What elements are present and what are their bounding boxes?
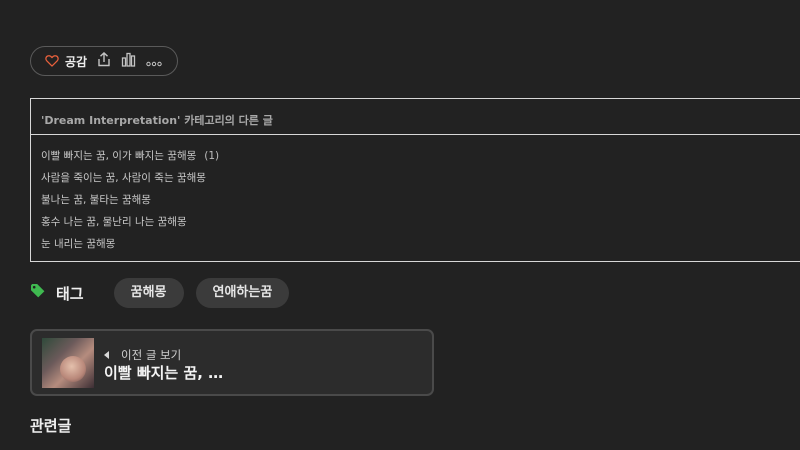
category-post-title: 불나는 꿈, 불타는 꿈해몽: [41, 194, 151, 206]
related-posts-heading: 관련글: [30, 417, 72, 435]
like-label: 공감: [65, 54, 88, 69]
prev-post-label-text: 이전 글 보기: [121, 348, 182, 362]
tag-chip[interactable]: 꿈해몽: [113, 278, 184, 308]
prev-post-card[interactable]: 이전 글 보기 이빨 빠지는 꿈, …: [30, 329, 434, 396]
category-post-item[interactable]: 불나는 꿈, 불타는 꿈해몽: [41, 189, 219, 211]
tag-icon: [30, 283, 46, 303]
prev-post-thumbnail: [42, 338, 94, 388]
tag-section: 태그 꿈해몽 연애하는꿈: [30, 278, 290, 308]
category-post-title: 눈 내리는 꿈해몽: [41, 238, 116, 250]
more-icon: [146, 52, 162, 71]
category-post-item[interactable]: 이빨 빠지는 꿈, 이가 빠지는 꿈해몽 (1): [41, 145, 219, 167]
category-post-title: 사람을 죽이는 꿈, 사람이 죽는 꿈해몽: [41, 172, 206, 184]
category-divider: [31, 134, 800, 135]
comment-count: (1): [204, 150, 220, 162]
category-post-item[interactable]: 홍수 나는 꿈, 물난리 나는 꿈해몽: [41, 211, 219, 233]
category-post-title: 이빨 빠지는 꿈, 이가 빠지는 꿈해몽: [41, 150, 197, 162]
share-icon: [97, 51, 111, 71]
prev-post-title: 이빨 빠지는 꿈, …: [104, 364, 224, 382]
tag-heading: 태그: [56, 284, 84, 303]
category-title: 'Dream Interpretation' 카테고리의 다른 글: [41, 114, 273, 127]
category-other-posts: 'Dream Interpretation' 카테고리의 다른 글 이빨 빠지는…: [30, 98, 800, 262]
category-post-title: 홍수 나는 꿈, 물난리 나는 꿈해몽: [41, 216, 187, 228]
share-button[interactable]: [97, 51, 111, 71]
more-button[interactable]: [146, 52, 162, 71]
like-button[interactable]: 공감: [45, 52, 87, 71]
heart-icon: [45, 52, 59, 71]
reaction-bar: 공감: [30, 46, 178, 76]
stats-icon: [121, 52, 136, 71]
category-post-list: 이빨 빠지는 꿈, 이가 빠지는 꿈해몽 (1) 사람을 죽이는 꿈, 사람이 죽…: [41, 145, 219, 255]
category-post-item[interactable]: 눈 내리는 꿈해몽: [41, 233, 219, 255]
category-post-item[interactable]: 사람을 죽이는 꿈, 사람이 죽는 꿈해몽: [41, 167, 219, 189]
tag-chip[interactable]: 연애하는꿈: [195, 278, 290, 308]
prev-post-label: 이전 글 보기: [104, 347, 181, 363]
caret-left-icon: [104, 351, 109, 359]
stats-button[interactable]: [121, 52, 136, 71]
